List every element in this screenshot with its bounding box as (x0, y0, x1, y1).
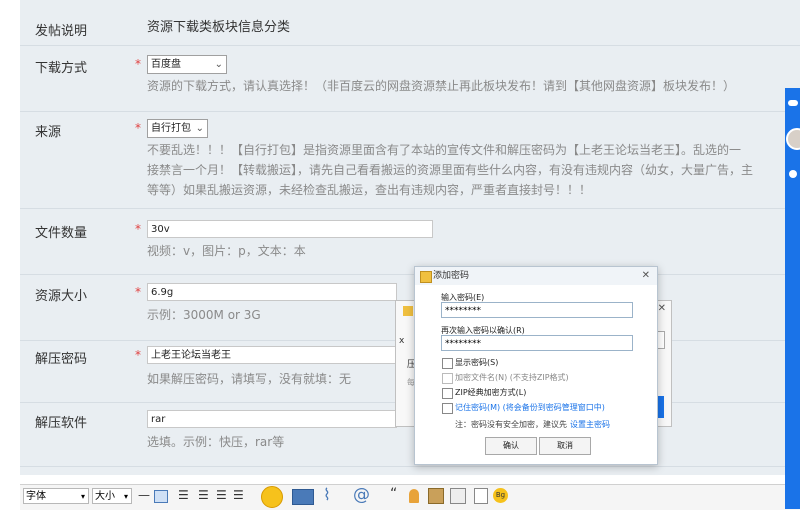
unzip-password-input[interactable]: 上老王论坛当老王 (147, 346, 397, 364)
align-center-icon[interactable]: ☰ (198, 488, 209, 502)
source-hint-line3: 等等）如果乱搬运资源，未经检查乱搬运，查出有违规内容，严重者直接封号！！！ (147, 183, 592, 197)
chevron-down-icon: ▾ (80, 492, 85, 501)
resource-size-label: 资源大小 (35, 289, 88, 304)
code-icon[interactable] (450, 488, 466, 504)
show-password-checkbox[interactable] (442, 358, 453, 369)
font-size-select[interactable]: 大小 ▾ (92, 488, 132, 504)
unzip-software-label: 解压软件 (35, 416, 88, 431)
close-icon[interactable]: ✕ (642, 267, 650, 285)
align-justify-icon[interactable]: ☰ (233, 488, 244, 502)
attachment-icon[interactable]: ⌇ (323, 485, 331, 504)
resource-size-input[interactable]: 6.9g (147, 283, 397, 301)
align-left-icon[interactable]: ☰ (178, 488, 189, 502)
archive-icon (403, 306, 413, 316)
zip-classic-checkbox[interactable] (442, 388, 453, 399)
media-icon[interactable] (428, 488, 444, 504)
source-select[interactable]: 自行打包 ⌄ (147, 119, 208, 138)
file-count-input[interactable]: 30v (147, 220, 433, 238)
encrypt-filenames-label: 加密文件名(N) (不支持ZIP格式) (455, 373, 569, 382)
chevron-down-icon: ⌄ (195, 123, 204, 134)
row-source: 来源 * 自行打包 ⌄ 不要乱选！！！【自行打包】是指资源里面含有了本站的宣传文… (20, 111, 800, 209)
mention-icon[interactable]: @ (353, 485, 370, 505)
document-icon[interactable] (474, 488, 488, 504)
close-icon[interactable]: ✕ (658, 303, 666, 314)
file-count-hint: 视频：v，图片：p，文本：本 (147, 244, 306, 258)
avatar[interactable] (786, 128, 800, 150)
confirm-password-input[interactable]: ******** (441, 335, 633, 351)
row-download-method: 下载方式 * 百度盘 ⌄ 资源的下载方式，请认真选择！（非百度云的网盘资源禁止再… (20, 45, 800, 112)
editor-toolbar: 字体 ▾ 大小 ▾ — ☰ ☰ ☰ ☰ ⌇ @ “ Bg (20, 484, 800, 510)
dialog-title: 添加密码 (433, 271, 470, 281)
remember-password-checkbox[interactable] (442, 403, 453, 414)
source-label: 来源 (35, 125, 62, 140)
encrypt-filenames-checkbox[interactable] (442, 373, 453, 384)
background-color-icon[interactable]: Bg (493, 488, 508, 503)
ok-button[interactable]: 确认 (485, 437, 537, 455)
required-mark: * (135, 285, 141, 299)
font-family-label: 字体 (26, 491, 46, 502)
unzip-password-label: 解压密码 (35, 352, 88, 367)
required-mark: * (135, 222, 141, 236)
source-hint-line1: 不要乱选！！！【自行打包】是指资源里面含有了本站的宣传文件和解压密码为【上老王论… (147, 143, 742, 157)
row-post-instructions: 发帖说明 资源下载类板块信息分类 (20, 0, 800, 46)
download-method-hint: 资源的下载方式，请认真选择！（非百度云的网盘资源禁止再此板块发布！请到【其他网盘… (147, 79, 736, 93)
row-file-count: 文件数量 * 30v 视频：v，图片：p，文本：本 (20, 208, 800, 275)
chevron-down-icon: ▾ (123, 492, 128, 501)
download-method-value: 百度盘 (151, 59, 181, 70)
unzip-software-hint: 选填。示例：快压，rar等 (147, 435, 285, 449)
zip-classic-label: ZIP经典加密方式(L) (455, 388, 527, 397)
dialog-title-bar: 添加密码 ✕ (415, 267, 657, 285)
resource-size-hint: 示例：3000M or 3G (147, 308, 261, 322)
required-mark: * (135, 57, 141, 71)
add-password-dialog: 添加密码 ✕ 输入密码(E) ******** 再次输入密码以确认(R) ***… (414, 266, 658, 465)
show-password-label: 显示密码(S) (455, 358, 499, 367)
unzip-password-hint: 如果解压密码，请填写，没有就填：无 (147, 372, 352, 386)
unzip-software-input[interactable]: rar (147, 410, 397, 428)
align-right-icon[interactable]: ☰ (216, 488, 227, 502)
download-method-select[interactable]: 百度盘 ⌄ (147, 55, 227, 74)
chevron-down-icon: ⌄ (214, 59, 223, 70)
background-dialog-text: x (399, 336, 405, 346)
image-icon[interactable] (292, 489, 314, 505)
archive-icon (420, 271, 432, 283)
source-hint-line2: 接禁言一个月！【转载搬运】，请先自己看看搬运的资源里面有些什么内容，有没有违规内… (147, 163, 754, 177)
post-instructions-label: 发帖说明 (35, 24, 88, 39)
remember-password-label[interactable]: 记住密码(M) (将会备份到密码管理窗口中) (455, 402, 605, 413)
security-note: 注：密码没有安全加密，建议先 (455, 420, 567, 429)
dot-icon (789, 170, 797, 178)
source-value: 自行打包 (151, 123, 191, 134)
cancel-button[interactable]: 取消 (539, 437, 591, 455)
download-method-label: 下载方式 (35, 61, 88, 76)
font-family-select[interactable]: 字体 ▾ (23, 488, 89, 504)
font-size-label: 大小 (95, 491, 115, 502)
table-icon[interactable] (154, 490, 168, 503)
cloud-icon (788, 100, 798, 106)
post-instructions-value: 资源下载类板块信息分类 (147, 20, 291, 35)
page: 发帖说明 资源下载类板块信息分类 下载方式 * 百度盘 ⌄ 资源的下载方式，请认… (0, 0, 800, 510)
required-mark: * (135, 348, 141, 362)
emoji-icon[interactable] (261, 486, 283, 508)
side-panel (785, 88, 800, 509)
enter-password-input[interactable]: ******** (441, 302, 633, 318)
quote-icon[interactable]: “ (390, 486, 397, 502)
set-master-password-link[interactable]: 设置主密码 (570, 419, 610, 430)
required-mark: * (135, 121, 141, 135)
lock-icon[interactable] (409, 489, 419, 503)
file-count-label: 文件数量 (35, 226, 88, 241)
horizontal-rule-icon[interactable]: — (138, 488, 150, 502)
